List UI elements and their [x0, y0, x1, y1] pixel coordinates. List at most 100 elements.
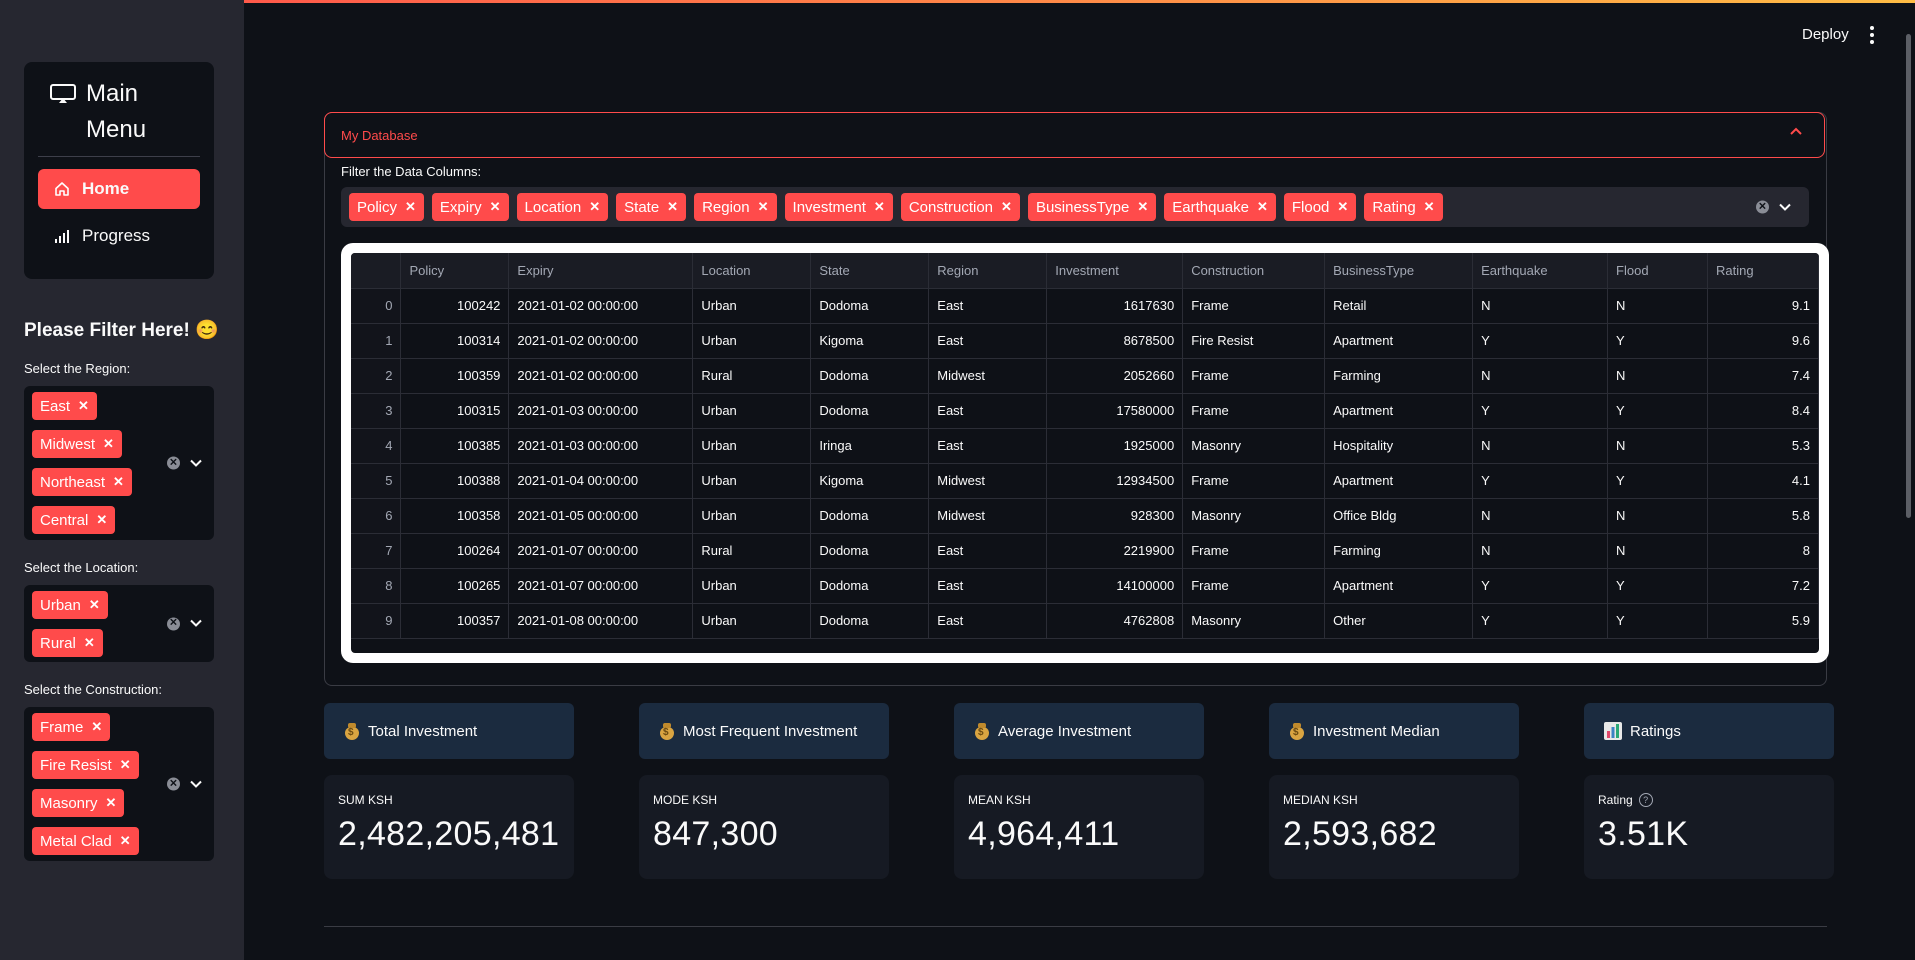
- table-cell[interactable]: Urban: [692, 323, 812, 359]
- table-cell[interactable]: Urban: [692, 428, 812, 464]
- table-cell[interactable]: Y: [1607, 568, 1708, 604]
- remove-tag-icon[interactable]: ✕: [91, 719, 102, 735]
- table-cell[interactable]: Urban: [692, 603, 812, 639]
- table-cell[interactable]: Frame: [1182, 463, 1326, 499]
- table-cell[interactable]: 2052660: [1046, 358, 1184, 394]
- table-cell[interactable]: Other: [1324, 603, 1474, 639]
- remove-tag-icon[interactable]: ✕: [120, 833, 131, 849]
- table-cell[interactable]: Dodoma: [810, 393, 930, 429]
- table-cell[interactable]: Frame: [1182, 358, 1326, 394]
- table-cell[interactable]: 100315: [400, 393, 510, 429]
- table-cell[interactable]: Masonry: [1182, 498, 1326, 534]
- table-cell[interactable]: 928300: [1046, 498, 1184, 534]
- remove-tag-icon[interactable]: ✕: [89, 597, 100, 613]
- table-cell[interactable]: 2021-01-02 00:00:00: [508, 358, 694, 394]
- remove-tag-icon[interactable]: ✕: [78, 398, 89, 414]
- table-cell[interactable]: 100359: [400, 358, 510, 394]
- help-icon[interactable]: ?: [1638, 793, 1653, 807]
- table-cell[interactable]: 100265: [400, 568, 510, 604]
- table-cell[interactable]: Masonry: [1182, 428, 1326, 464]
- location-tag[interactable]: Urban ✕: [32, 591, 108, 619]
- table-cell[interactable]: Urban: [692, 288, 812, 324]
- table-cell[interactable]: Y: [1607, 323, 1708, 359]
- chevron-down-icon[interactable]: [190, 459, 202, 467]
- table-row[interactable]: 3 100315 2021-01-03 00:00:00 Urban Dodoma Eas…: [351, 393, 1819, 429]
- remove-tag-icon[interactable]: ✕: [113, 474, 124, 490]
- table-cell[interactable]: Office Bldg: [1324, 498, 1474, 534]
- table-cell[interactable]: Dodoma: [810, 498, 930, 534]
- table-cell[interactable]: Masonry: [1182, 603, 1326, 639]
- table-cell[interactable]: 12934500: [1046, 463, 1184, 499]
- table-cell[interactable]: Y: [1607, 463, 1708, 499]
- table-cell[interactable]: 1617630: [1046, 288, 1184, 324]
- region-tag[interactable]: Midwest ✕: [32, 430, 122, 458]
- table-cell[interactable]: Frame: [1182, 393, 1326, 429]
- table-cell[interactable]: Frame: [1182, 568, 1326, 604]
- table-cell[interactable]: East: [928, 428, 1048, 464]
- table-row[interactable]: 6 100358 2021-01-05 00:00:00 Urban Dodoma Mid…: [351, 498, 1819, 534]
- table-cell[interactable]: Y: [1607, 603, 1708, 639]
- table-cell[interactable]: Frame: [1182, 533, 1326, 569]
- more-options-icon[interactable]: [1868, 26, 1876, 46]
- table-cell[interactable]: East: [928, 288, 1048, 324]
- remove-tag-icon[interactable]: ✕: [405, 199, 416, 215]
- table-cell[interactable]: Y: [1472, 463, 1609, 499]
- column-tag[interactable]: BusinessType ✕: [1027, 193, 1157, 221]
- column-header[interactable]: BusinessType: [1324, 253, 1474, 289]
- table-cell[interactable]: N: [1472, 428, 1609, 464]
- table-cell[interactable]: East: [928, 603, 1048, 639]
- table-cell[interactable]: 1925000: [1046, 428, 1184, 464]
- table-cell[interactable]: 5.9: [1707, 603, 1819, 639]
- table-cell[interactable]: N: [1472, 358, 1609, 394]
- table-cell[interactable]: 2219900: [1046, 533, 1184, 569]
- column-tag[interactable]: Region ✕: [694, 193, 777, 221]
- table-cell[interactable]: Urban: [692, 498, 812, 534]
- table-cell[interactable]: Iringa: [810, 428, 930, 464]
- table-cell[interactable]: 2021-01-02 00:00:00: [508, 288, 694, 324]
- region-tag[interactable]: Northeast ✕: [32, 468, 132, 496]
- remove-tag-icon[interactable]: ✕: [874, 199, 885, 215]
- table-cell[interactable]: Dodoma: [810, 603, 930, 639]
- location-multiselect[interactable]: Urban ✕ Rural ✕ ✕: [24, 585, 214, 662]
- remove-tag-icon[interactable]: ✕: [1337, 199, 1348, 215]
- construction-tag[interactable]: Metal Clad ✕: [32, 827, 139, 855]
- table-cell[interactable]: 100388: [400, 463, 510, 499]
- table-cell[interactable]: 14100000: [1046, 568, 1184, 604]
- column-tag[interactable]: Expiry ✕: [431, 193, 509, 221]
- column-header[interactable]: State: [810, 253, 930, 289]
- clear-all-icon[interactable]: ✕: [1756, 200, 1769, 214]
- column-header[interactable]: Expiry: [508, 253, 694, 289]
- table-cell[interactable]: East: [928, 323, 1048, 359]
- table-row[interactable]: 2 100359 2021-01-02 00:00:00 Rural Dodoma Mid…: [351, 358, 1819, 394]
- table-cell[interactable]: 2021-01-05 00:00:00: [508, 498, 694, 534]
- table-cell[interactable]: Farming: [1324, 533, 1474, 569]
- chevron-up-icon[interactable]: [1790, 127, 1802, 135]
- table-row[interactable]: 9 100357 2021-01-08 00:00:00 Urban Dodoma Eas…: [351, 603, 1819, 639]
- location-tag[interactable]: Rural ✕: [32, 629, 103, 657]
- page-scrollbar[interactable]: [1906, 34, 1911, 518]
- table-cell[interactable]: East: [928, 568, 1048, 604]
- table-cell[interactable]: 100385: [400, 428, 510, 464]
- column-tag[interactable]: Construction ✕: [900, 193, 1020, 221]
- table-cell[interactable]: Dodoma: [810, 568, 930, 604]
- table-cell[interactable]: Dodoma: [810, 358, 930, 394]
- column-header[interactable]: Location: [692, 253, 812, 289]
- table-cell[interactable]: Urban: [692, 568, 812, 604]
- table-cell[interactable]: Y: [1472, 568, 1609, 604]
- table-cell[interactable]: Hospitality: [1324, 428, 1474, 464]
- table-cell[interactable]: 2021-01-07 00:00:00: [508, 568, 694, 604]
- table-cell[interactable]: 8678500: [1046, 323, 1184, 359]
- column-header[interactable]: Flood: [1607, 253, 1708, 289]
- clear-all-icon[interactable]: ✕: [167, 456, 180, 470]
- remove-tag-icon[interactable]: ✕: [758, 199, 769, 215]
- table-cell[interactable]: 9.6: [1707, 323, 1819, 359]
- column-header[interactable]: Construction: [1182, 253, 1326, 289]
- table-cell[interactable]: Apartment: [1324, 463, 1474, 499]
- table-cell[interactable]: 2021-01-07 00:00:00: [508, 533, 694, 569]
- remove-tag-icon[interactable]: ✕: [1137, 199, 1148, 215]
- table-cell[interactable]: Kigoma: [810, 463, 930, 499]
- column-header[interactable]: [351, 253, 402, 289]
- table-cell[interactable]: Fire Resist: [1182, 323, 1326, 359]
- remove-tag-icon[interactable]: ✕: [589, 199, 600, 215]
- table-cell[interactable]: 2021-01-02 00:00:00: [508, 323, 694, 359]
